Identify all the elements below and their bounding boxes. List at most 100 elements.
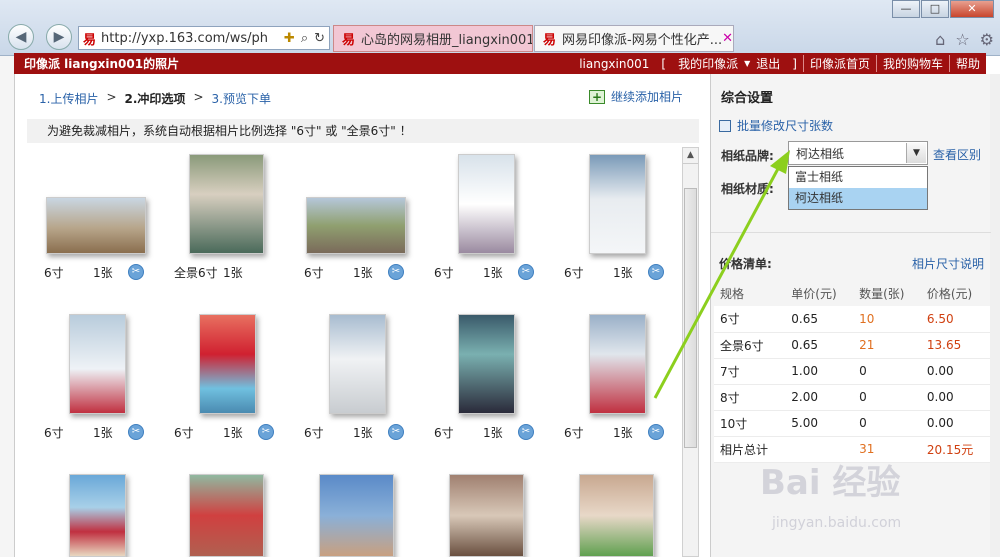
scroll-thumb[interactable] [684,188,697,448]
photo-count[interactable]: 1张 [353,264,373,281]
photo-list-scrollbar[interactable]: ▲ [682,147,699,557]
cell-total-price: 20.15元 [920,436,990,463]
maximize-button[interactable]: □ [921,0,949,18]
photo-thumbnail[interactable] [69,474,126,557]
photo-count[interactable]: 1张 [613,424,633,441]
refresh-icon[interactable]: ↻ [314,31,325,46]
photo-thumbnail[interactable] [46,197,146,254]
scroll-up-icon[interactable]: ▲ [683,148,698,164]
dropdown-option[interactable]: 柯达相纸 [789,188,927,209]
cart-link[interactable]: 我的购物车 [875,55,949,72]
photo-thumbnail[interactable] [589,154,646,254]
browser-tools: ⌂ ☆ ⚙ [935,30,994,49]
photo-size[interactable]: 6寸 [44,264,64,281]
crop-icon[interactable]: ✂ [518,424,534,440]
photo-thumbnail[interactable] [579,474,654,557]
crop-icon[interactable]: ✂ [128,424,144,440]
divider [711,232,991,233]
address-bar[interactable]: 易 http://yxp.163.com/ws/ph ✚ ⌕ ↻ [78,26,330,50]
crop-icon[interactable]: ✂ [648,264,664,280]
photo-size[interactable]: 6寸 [44,424,64,441]
site-icon: 易 [83,32,97,48]
col-size: 规格 [714,280,786,306]
help-link[interactable]: 帮助 [948,55,986,72]
photo-thumbnail[interactable] [329,314,386,414]
crop-icon[interactable]: ✂ [518,264,534,280]
photo-count[interactable]: 1张 [93,264,113,281]
search-icon[interactable]: ⌕ [301,31,308,46]
step-preview-link[interactable]: 3.预览下单 [212,90,271,107]
add-photos-label: 继续添加相片 [611,90,684,104]
compat-icon[interactable]: ✚ [284,31,295,46]
close-window-button[interactable]: ✕ [950,0,994,18]
dropdown-option[interactable]: 富士相纸 [789,167,927,188]
home-link[interactable]: 印像派首页 [802,55,876,72]
gear-icon[interactable]: ⚙ [980,30,994,49]
photo-size[interactable]: 6寸 [564,424,584,441]
col-unit-price: 单价(元) [785,280,854,306]
cell-qty: 10 [853,306,921,333]
crop-icon[interactable]: ✂ [128,264,144,280]
minimize-button[interactable]: — [892,0,920,18]
favorites-icon[interactable]: ☆ [955,30,969,49]
photo-thumbnail[interactable] [189,474,264,557]
photo-count[interactable]: 1张 [93,424,113,441]
photo-count[interactable]: 1张 [223,424,243,441]
table-row: 全景6寸 0.65 21 13.65 [714,332,990,359]
cell-unit-price: 0.65 [785,306,854,333]
logout-link[interactable]: 退出 [750,55,786,72]
photo-thumbnail[interactable] [319,474,394,557]
photo-size[interactable]: 全景6寸 [174,264,218,281]
cell-qty: 0 [853,384,921,411]
photo-thumbnail[interactable] [449,474,524,557]
page-right-margin [990,74,1000,557]
photo-count[interactable]: 1张 [483,424,503,441]
crop-icon[interactable]: ✂ [258,424,274,440]
tab-yxp[interactable]: 易 网易印像派-网易个性化产... ✕ [534,25,734,52]
size-help-link[interactable]: 相片尺寸说明 [912,255,984,272]
step-print-options: 2.冲印选项 [124,92,186,106]
cell-price: 13.65 [920,332,990,359]
photo-thumbnail[interactable] [189,154,264,254]
close-tab-icon[interactable]: ✕ [722,31,733,46]
photo-size[interactable]: 6寸 [434,264,454,281]
photo-count[interactable]: 1张 [223,264,243,281]
baidu-watermark-url: jingyan.baidu.com [772,515,902,531]
photo-size[interactable]: 6寸 [304,264,324,281]
photo-thumbnail[interactable] [306,197,406,254]
page-title: 印像派 liangxin001的照片 [24,57,180,71]
photo-count[interactable]: 1张 [353,424,373,441]
back-icon[interactable]: ◀ [8,24,34,50]
chevron-down-icon[interactable]: ▼ [906,143,926,163]
settings-title: 综合设置 [721,91,774,106]
photo-size[interactable]: 6寸 [304,424,324,441]
photo-thumbnail[interactable] [589,314,646,414]
col-qty: 数量(张) [853,280,921,306]
forward-icon[interactable]: ▶ [46,24,72,50]
my-yxp-link[interactable]: 我的印像派 [672,55,744,72]
step-upload-link[interactable]: 1.上传相片 [39,90,98,107]
window-buttons: — □ ✕ [891,0,994,18]
photo-thumbnail[interactable] [69,314,126,414]
home-icon[interactable]: ⌂ [935,30,945,49]
crop-icon[interactable]: ✂ [388,264,404,280]
batch-edit-link[interactable]: 批量修改尺寸张数 [719,117,833,134]
photo-thumbnail[interactable] [199,314,256,414]
photo-size[interactable]: 6寸 [564,264,584,281]
photo-size[interactable]: 6寸 [434,424,454,441]
crop-icon[interactable]: ✂ [388,424,404,440]
add-photos-button[interactable]: + 继续添加相片 [589,88,683,105]
col-price: 价格(元) [920,280,990,306]
crop-icon[interactable]: ✂ [648,424,664,440]
tab-album[interactable]: 易 心岛的网易相册_liangxin001... [333,25,533,52]
photo-count[interactable]: 1张 [613,264,633,281]
add-icon: + [589,89,605,104]
brand-select[interactable]: 柯达相纸 ▼ [788,141,928,165]
photo-thumbnail[interactable] [458,314,515,414]
cell-price: 0.00 [920,410,990,437]
tab-label: 网易印像派-网易个性化产... [562,33,723,48]
photo-thumbnail[interactable] [458,154,515,254]
photo-count[interactable]: 1张 [483,264,503,281]
photo-size[interactable]: 6寸 [174,424,194,441]
view-diff-link[interactable]: 查看区别 [933,146,981,163]
